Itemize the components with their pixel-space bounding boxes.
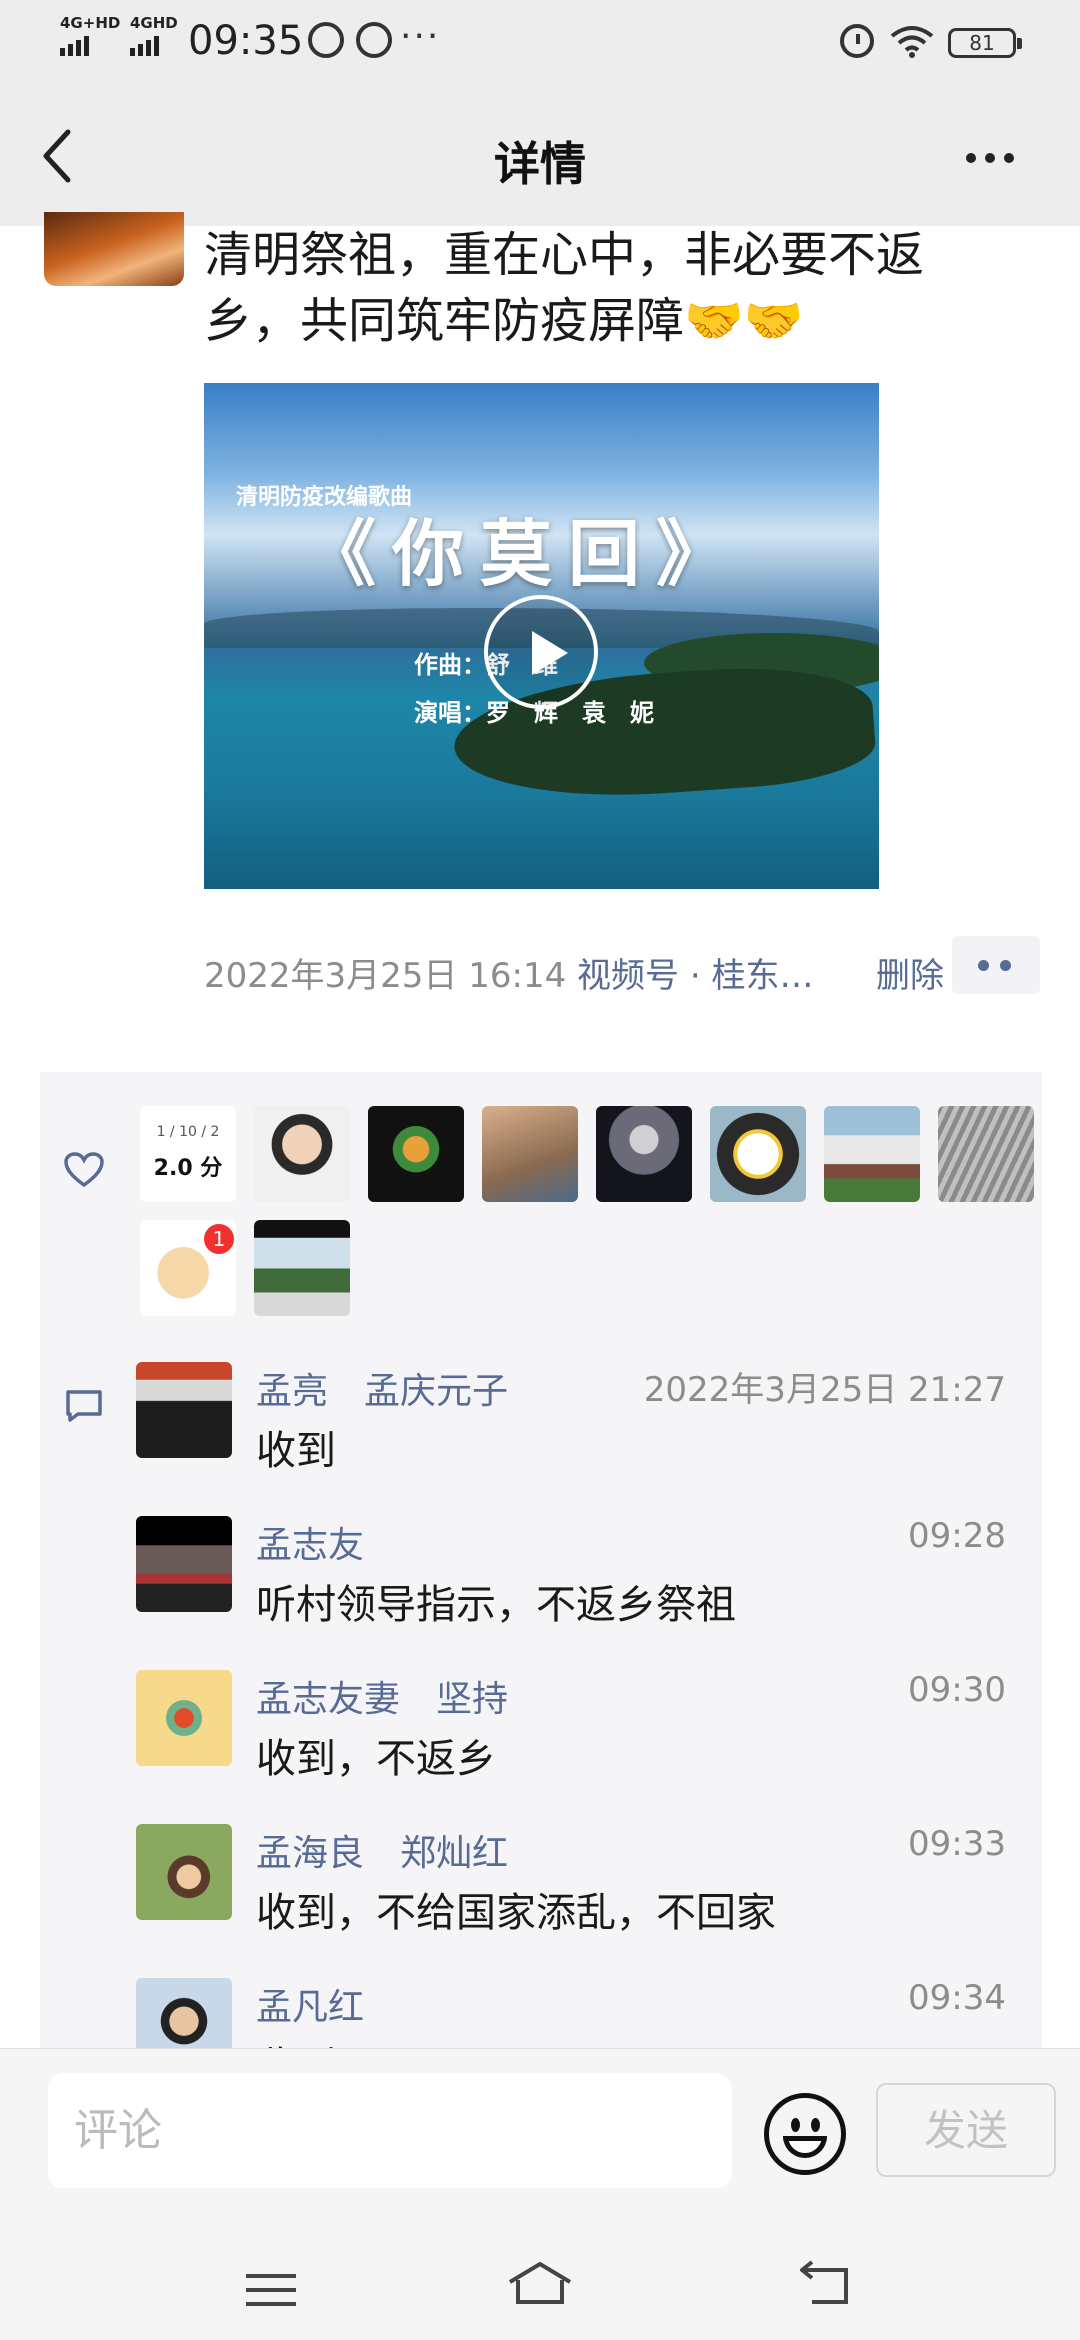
comment-time: 09:30 [908, 1670, 1006, 1710]
commenter-avatar[interactable] [136, 1362, 232, 1458]
commenter-name[interactable]: 孟亮 孟庆元子 [256, 1362, 508, 1414]
battery-icon: 81 [948, 28, 1022, 58]
like-avatar[interactable] [368, 1106, 464, 1202]
like-avatar[interactable]: 1 / 10 / 2 2.0 分 [140, 1106, 236, 1202]
post-date: 2022年3月25日 16:14 [204, 956, 567, 996]
comment-text: 听村领导指示，不返乡祭祖 [256, 1582, 736, 1628]
delete-button[interactable]: 删除 [876, 948, 944, 997]
comment-time: 09:34 [908, 1978, 1006, 2018]
comment-text: 收到，不给国家添乱，不回家 [256, 1890, 776, 1936]
play-icon[interactable] [484, 595, 598, 709]
status-bar: 4G+HD 4GHD 09:35 ··· 81 [0, 0, 1080, 86]
page-title: 详情 [494, 137, 586, 191]
home-icon[interactable] [506, 2260, 574, 2306]
emoji-icon[interactable] [764, 2093, 846, 2175]
comment-input[interactable]: 评论 [48, 2073, 732, 2189]
like-avatar[interactable] [710, 1106, 806, 1202]
comment-input-bar: 评论 发送 [0, 2048, 1080, 2189]
score-badge-line1: 1 / 10 / 2 [156, 1124, 220, 1140]
score-badge-line2: 2.0 分 [153, 1156, 223, 1181]
commenter-name[interactable]: 孟海良 郑灿红 [256, 1824, 508, 1876]
return-icon[interactable] [796, 2260, 852, 2306]
wifi-icon [890, 26, 934, 58]
commenter-avatar[interactable] [136, 1516, 232, 1612]
comment-item[interactable]: 孟志友妻 坚持 09:30 收到，不返乡 [136, 1670, 1006, 1810]
status-time: 09:35 [188, 18, 304, 64]
commenter-name[interactable]: 孟凡红 [256, 1978, 364, 2030]
comment-item[interactable]: 孟海良 郑灿红 09:33 收到，不给国家添乱，不回家 [136, 1824, 1006, 1964]
like-avatar[interactable] [254, 1220, 350, 1316]
like-avatar[interactable] [824, 1106, 920, 1202]
interaction-panel: 1 / 10 / 2 2.0 分 1 孟亮 孟庆元子 2022年3月25日 21… [40, 1072, 1042, 2062]
title-bar: 详情 [0, 86, 1080, 226]
like-avatar[interactable] [482, 1106, 578, 1202]
post-author-avatar[interactable] [44, 212, 184, 286]
comment-text: 收到，不返乡 [256, 1736, 496, 1782]
comment-time: 09:33 [908, 1824, 1006, 1864]
post-source-link[interactable]: 视频号 · 桂东… [577, 956, 813, 996]
like-avatar[interactable] [254, 1106, 350, 1202]
comment-text: 收到 [256, 1428, 336, 1474]
post-meta: 2022年3月25日 16:14 视频号 · 桂东… [204, 948, 813, 997]
comment-item[interactable]: 孟亮 孟庆元子 2022年3月25日 21:27 收到 [136, 1362, 1006, 1502]
system-nav-bar [0, 2188, 1080, 2340]
network-indicator-2: 4GHD [130, 14, 178, 32]
send-button[interactable]: 发送 [876, 2083, 1056, 2177]
like-avatar[interactable] [938, 1106, 1034, 1202]
notification-badge: 1 [202, 1222, 236, 1256]
comment-time: 09:28 [908, 1516, 1006, 1556]
comment-item[interactable]: 孟志友 09:28 听村领导指示，不返乡祭祖 [136, 1516, 1006, 1656]
like-avatar[interactable]: 1 [140, 1220, 236, 1316]
commenter-avatar[interactable] [136, 1824, 232, 1920]
comment-time: 2022年3月25日 21:27 [643, 1370, 1006, 1410]
wechat-notification-icon [356, 22, 392, 58]
commenter-name[interactable]: 孟志友 [256, 1516, 364, 1568]
like-avatar[interactable] [596, 1106, 692, 1202]
network-indicator-1: 4G+HD [60, 14, 121, 32]
commenter-avatar[interactable] [136, 1670, 232, 1766]
video-title: 《你莫回》 [304, 511, 745, 596]
menu-icon[interactable] [246, 2274, 296, 2316]
more-icon[interactable] [966, 148, 1023, 167]
signal-bars-2-icon [130, 36, 162, 56]
more-notifications-icon: ··· [400, 16, 441, 57]
commenter-name[interactable]: 孟志友妻 坚持 [256, 1670, 508, 1722]
post-text: 清明祭祖，重在心中，非必要不返乡，共同筑牢防疫屏障🤝🤝 [204, 227, 925, 349]
signal-bars-1-icon [60, 36, 92, 56]
alarm-icon [840, 24, 874, 58]
like-comment-menu-button[interactable] [952, 936, 1040, 994]
heart-icon [64, 1152, 104, 1188]
comment-icon [66, 1390, 102, 1422]
video-thumbnail[interactable]: 清明防疫改编歌曲 《你莫回》 作曲：舒 维 演唱：罗 辉 袁 妮 [204, 383, 879, 889]
notification-app-icon [308, 22, 344, 58]
